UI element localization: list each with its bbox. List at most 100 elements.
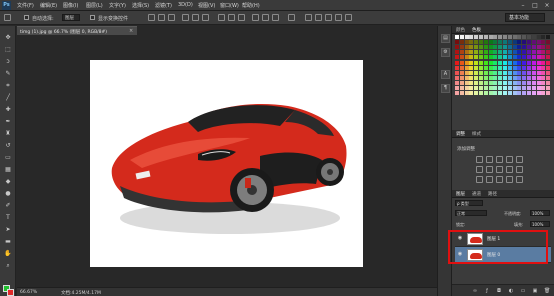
color-swatch[interactable]	[459, 80, 464, 85]
color-swatch[interactable]	[536, 75, 541, 80]
color-swatch[interactable]	[469, 80, 474, 85]
color-swatch[interactable]	[503, 86, 507, 90]
color-swatch[interactable]	[546, 86, 551, 90]
color-swatch[interactable]	[464, 65, 469, 70]
color-swatch[interactable]	[503, 55, 507, 60]
color-swatch[interactable]	[455, 75, 459, 80]
color-swatch[interactable]	[527, 80, 531, 85]
color-swatch[interactable]	[512, 50, 517, 55]
color-swatch[interactable]	[488, 40, 493, 45]
color-swatch[interactable]	[541, 60, 546, 65]
close-icon[interactable]: ×	[542, 1, 552, 10]
color-swatch[interactable]	[455, 35, 459, 39]
color-swatch[interactable]	[459, 91, 464, 96]
color-swatch[interactable]	[483, 80, 488, 85]
color-swatch[interactable]	[536, 50, 541, 55]
distribute-left-icon[interactable]	[252, 14, 259, 21]
color-swatch[interactable]	[498, 70, 503, 75]
color-swatch[interactable]	[531, 80, 536, 85]
color-swatch[interactable]	[517, 40, 522, 45]
color-swatch[interactable]	[488, 60, 493, 65]
color-swatch[interactable]	[488, 86, 493, 90]
color-swatch[interactable]	[536, 70, 541, 75]
color-swatch[interactable]	[479, 40, 483, 45]
color-swatch[interactable]	[503, 80, 507, 85]
color-swatch[interactable]	[546, 35, 551, 39]
color-swatch[interactable]	[474, 45, 479, 50]
color-swatch[interactable]	[498, 65, 503, 70]
color-swatch[interactable]	[479, 50, 483, 55]
color-swatch[interactable]	[498, 80, 503, 85]
color-swatch[interactable]	[455, 70, 459, 75]
color-swatch[interactable]	[488, 91, 493, 96]
color-swatch[interactable]	[455, 60, 459, 65]
color-swatch[interactable]	[464, 86, 469, 90]
color-swatch[interactable]	[474, 35, 479, 39]
color-swatch[interactable]	[522, 45, 527, 50]
color-swatch[interactable]	[498, 45, 503, 50]
align-right-icon[interactable]	[202, 14, 209, 21]
color-swatch[interactable]	[507, 91, 512, 96]
shape-tool-icon[interactable]: ▬	[4, 238, 12, 245]
color-swatch[interactable]	[455, 45, 459, 50]
color-swatch[interactable]	[531, 65, 536, 70]
color-swatch[interactable]	[512, 45, 517, 50]
color-swatch[interactable]	[517, 60, 522, 65]
color-swatch[interactable]	[522, 70, 527, 75]
color-swatch[interactable]	[531, 45, 536, 50]
color-swatch[interactable]	[541, 40, 546, 45]
color-swatch[interactable]	[474, 40, 479, 45]
color-swatch[interactable]	[536, 80, 541, 85]
color-swatch[interactable]	[479, 70, 483, 75]
color-swatch[interactable]	[503, 45, 507, 50]
menu-select[interactable]: 选择(S)	[132, 2, 149, 9]
color-swatch[interactable]	[479, 45, 483, 50]
color-swatch[interactable]	[507, 65, 512, 70]
color-swatch[interactable]	[455, 86, 459, 90]
auto-align-icon[interactable]	[288, 14, 295, 21]
color-swatch[interactable]	[459, 65, 464, 70]
threshold-icon[interactable]	[496, 176, 503, 183]
invert-icon[interactable]	[476, 176, 483, 183]
distribute-top-icon[interactable]	[218, 14, 225, 21]
eraser-tool-icon[interactable]: ▭	[4, 154, 12, 161]
color-swatch[interactable]	[488, 35, 493, 39]
menu-help[interactable]: 帮助(H)	[242, 2, 260, 9]
color-swatch[interactable]	[531, 50, 536, 55]
color-swatch[interactable]	[469, 55, 474, 60]
color-swatch[interactable]	[493, 50, 498, 55]
color-swatch[interactable]	[546, 40, 551, 45]
color-swatch[interactable]	[469, 35, 474, 39]
pen-tool-icon[interactable]: ✐	[4, 202, 12, 209]
color-swatch[interactable]	[459, 60, 464, 65]
color-swatch[interactable]	[474, 86, 479, 90]
align-vcenter-icon[interactable]	[158, 14, 165, 21]
3d-slide-icon[interactable]	[345, 14, 352, 21]
color-swatch[interactable]	[455, 40, 459, 45]
color-swatch[interactable]	[479, 60, 483, 65]
color-swatch[interactable]	[503, 75, 507, 80]
new-group-icon[interactable]: ▭	[520, 288, 526, 294]
color-swatch[interactable]	[531, 60, 536, 65]
color-swatch[interactable]	[483, 55, 488, 60]
color-swatch[interactable]	[483, 40, 488, 45]
gradient-map-icon[interactable]	[506, 176, 513, 183]
link-layers-icon[interactable]: ∞	[472, 288, 478, 294]
document-tab[interactable]: timg (1).jpg @ 66.7% (图层 0, RGB/8#) ×	[17, 26, 137, 35]
color-swatch[interactable]	[474, 60, 479, 65]
color-swatch[interactable]	[507, 40, 512, 45]
color-swatch[interactable]	[483, 70, 488, 75]
brush-tool-icon[interactable]: ✒	[4, 118, 12, 125]
color-swatch[interactable]	[536, 45, 541, 50]
color-swatch[interactable]	[493, 80, 498, 85]
color-swatch[interactable]	[464, 50, 469, 55]
color-swatch[interactable]	[531, 75, 536, 80]
color-swatch[interactable]	[459, 45, 464, 50]
hand-tool-icon[interactable]: ✋	[4, 250, 12, 257]
color-swatch[interactable]	[507, 50, 512, 55]
properties-panel-icon[interactable]: ⚙	[441, 48, 450, 57]
color-swatch[interactable]	[507, 35, 512, 39]
color-swatch[interactable]	[493, 40, 498, 45]
color-swatch[interactable]	[479, 86, 483, 90]
color-swatch[interactable]	[483, 75, 488, 80]
